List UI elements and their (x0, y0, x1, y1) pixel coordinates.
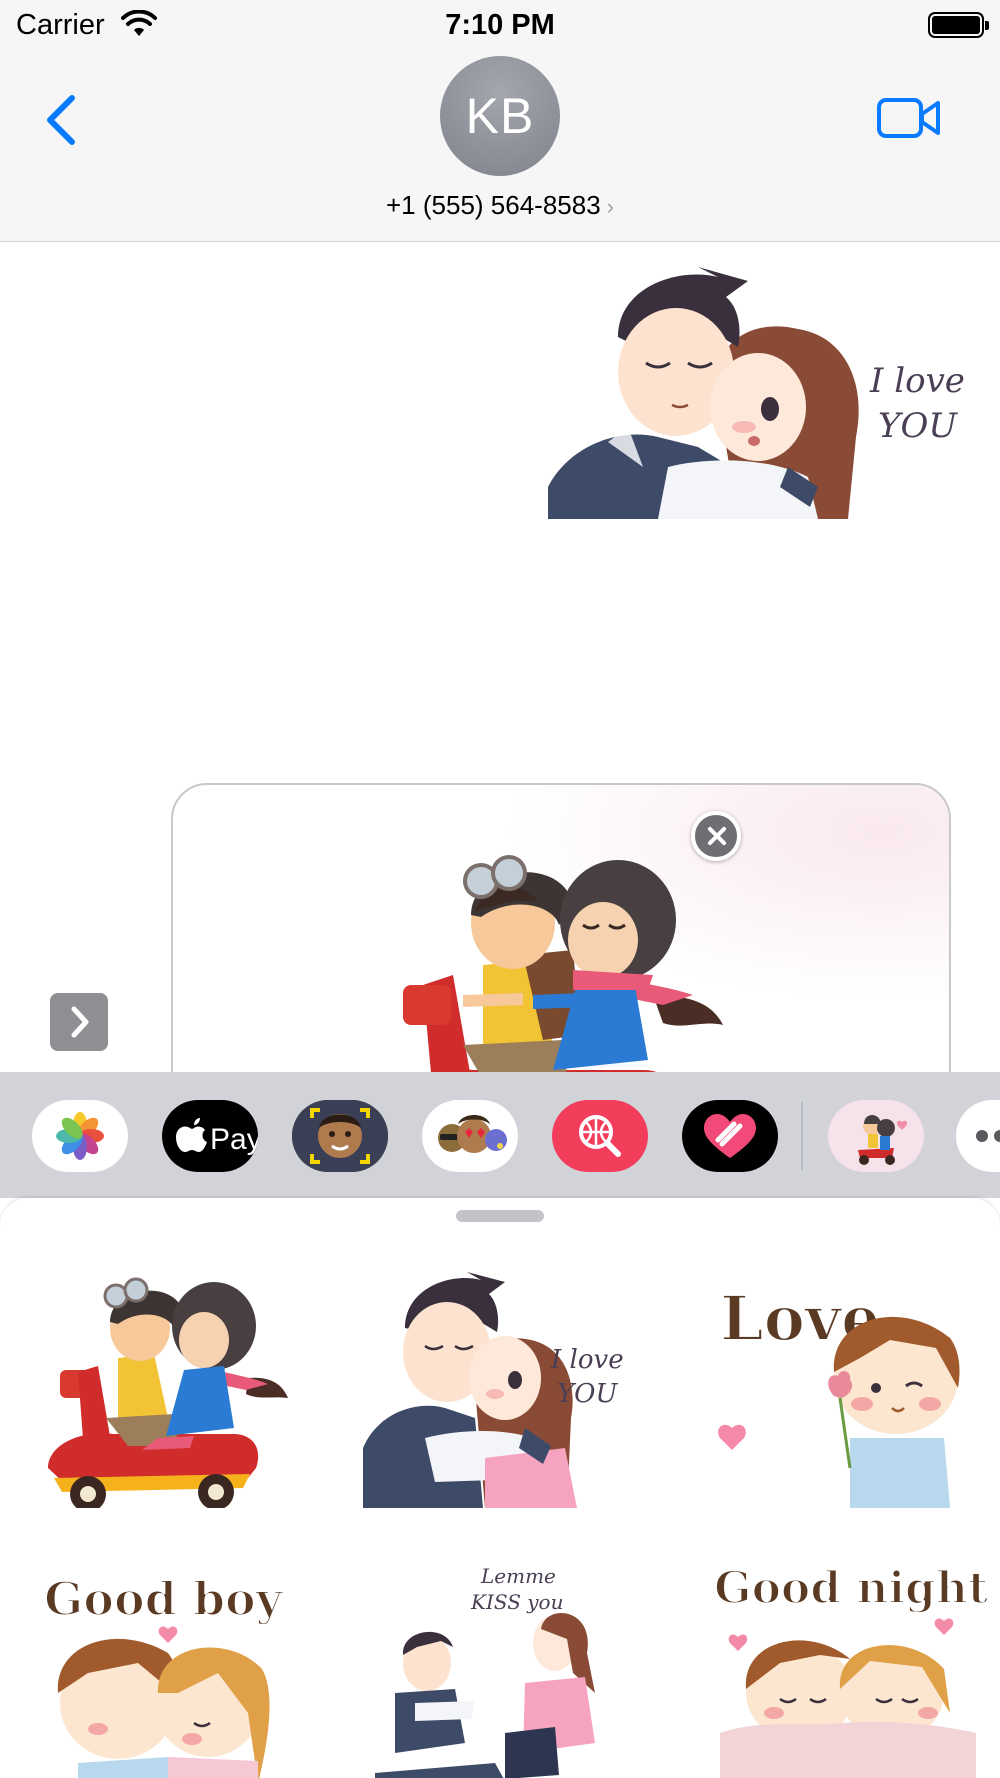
memoji-app-button[interactable] (292, 1100, 388, 1172)
chevron-right-icon: › (606, 194, 614, 219)
digital-touch-app-button[interactable] (682, 1100, 778, 1172)
photos-icon (56, 1112, 104, 1160)
memoji-stickers-icon (438, 1115, 507, 1153)
apple-pay-app-button[interactable]: Pay (162, 1100, 258, 1172)
status-bar: Carrier 7:10 PM (0, 0, 1000, 50)
sticker-scooter-couple[interactable] (18, 1268, 308, 1508)
sticker-good-boy[interactable]: Good boy (18, 1543, 308, 1778)
sticker-i-love-you-line1: I love (550, 1345, 624, 1375)
sticker-lemme-kiss-you[interactable]: Lemme KISS you (355, 1543, 645, 1778)
remove-sticker-button[interactable] (691, 811, 741, 861)
back-chevron-icon[interactable] (36, 88, 82, 152)
digital-touch-heart-icon (704, 1114, 756, 1158)
sticker-browser: I love YOU Love Good boy Lemme KISS you (0, 1198, 1000, 1778)
sent-sticker-text-line1: I love (869, 361, 965, 401)
sent-sticker-text-line2: YOU (878, 406, 958, 446)
conversation-header: KB +1 (555) 564-8583 › (0, 50, 1000, 242)
sticker-good-night[interactable]: Good night (700, 1543, 990, 1778)
status-time: 7:10 PM (445, 9, 555, 41)
drawer-separator (801, 1102, 803, 1170)
sticker-lemme-line1: Lemme (480, 1564, 556, 1588)
avatar-initials: KB (465, 88, 535, 144)
app-drawer: Pay (0, 1072, 1000, 1198)
memoji-icon (292, 1100, 388, 1172)
love-stickers-app-button[interactable] (828, 1100, 924, 1172)
contact-avatar[interactable]: KB (440, 56, 560, 176)
photos-app-button[interactable] (32, 1100, 128, 1172)
sheet-grabber-handle[interactable] (456, 1210, 544, 1222)
images-search-app-button[interactable] (552, 1100, 648, 1172)
memoji-stickers-app-button[interactable] (422, 1100, 518, 1172)
sticker-love-boy[interactable]: Love (700, 1268, 990, 1508)
sticker-good-night-text: Good night (714, 1563, 989, 1614)
apple-pay-icon: Pay (176, 1118, 258, 1156)
more-apps-icon (976, 1130, 1000, 1142)
sticker-i-love-you[interactable]: I love YOU (355, 1268, 645, 1508)
sticker-i-love-you-line2: YOU (557, 1379, 618, 1409)
message-transcript: I love YOU (0, 243, 1000, 1305)
sticker-good-boy-text: Good boy (44, 1572, 284, 1626)
contact-number: +1 (555) 564-8583 (386, 190, 601, 220)
expand-apps-chevron-icon[interactable] (50, 993, 108, 1051)
more-apps-button[interactable] (956, 1100, 1000, 1172)
contact-name-button[interactable]: +1 (555) 564-8583 › (0, 190, 1000, 221)
globe-search-icon (579, 1115, 621, 1157)
battery-icon (928, 12, 989, 38)
facetime-video-icon[interactable] (876, 94, 942, 142)
apple-pay-label: Pay (210, 1123, 258, 1156)
sticker-lemme-line2: KISS you (470, 1590, 563, 1614)
love-stickers-app-icon (858, 1115, 908, 1165)
sent-sticker-i-love-you[interactable]: I love YOU (548, 267, 980, 519)
